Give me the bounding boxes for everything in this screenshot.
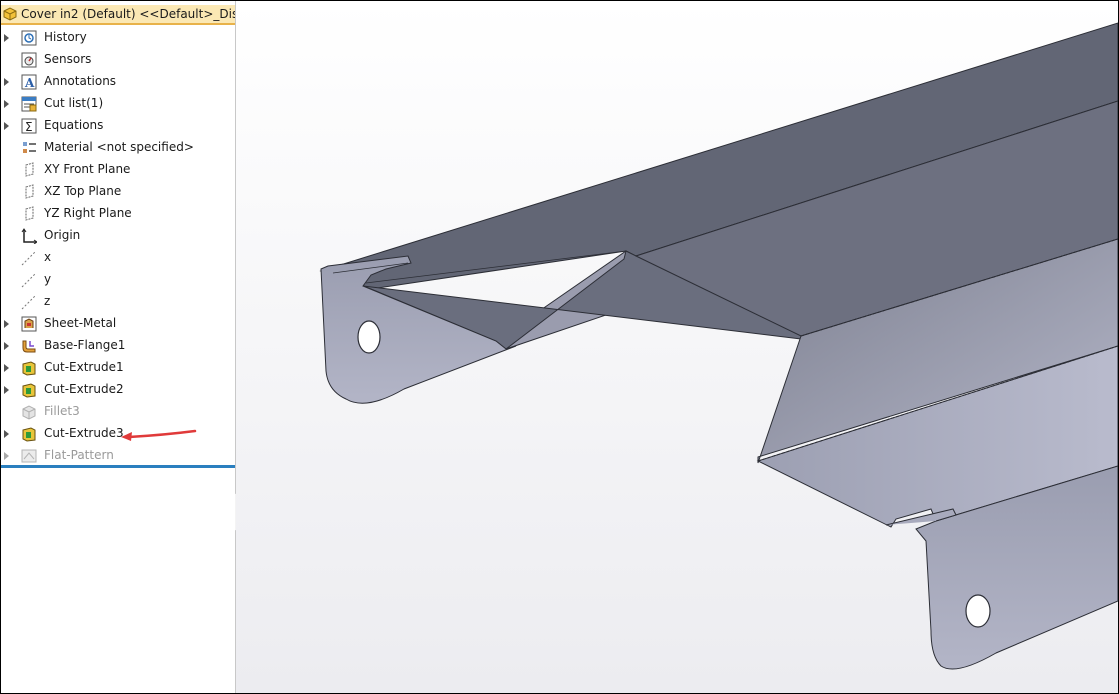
tree-item-equations[interactable]: Σ Equations <box>1 115 235 137</box>
base-flange-icon <box>22 340 36 353</box>
sensors-icon <box>21 52 37 68</box>
tree-item-label: Sensors <box>44 52 92 66</box>
expand-arrow-icon[interactable] <box>4 320 9 328</box>
tree-item-label: y <box>44 272 52 286</box>
svg-text:A: A <box>24 76 35 90</box>
tree-item-label: XZ Top Plane <box>44 184 122 198</box>
history-icon <box>21 30 37 46</box>
tree-item-label: History <box>44 30 87 44</box>
mounting-hole-left[interactable] <box>357 320 381 354</box>
svg-text:Σ: Σ <box>25 120 33 134</box>
tree-item-base-flange1[interactable]: Base-Flange1 <box>1 335 235 357</box>
tree-item-label: Material <not specified> <box>44 140 194 154</box>
expand-arrow-icon[interactable] <box>4 342 9 350</box>
expand-arrow-icon[interactable] <box>4 78 9 86</box>
tree-item-cut-extrude2[interactable]: Cut-Extrude2 <box>1 379 235 401</box>
app-window: Cover in2 (Default) <<Default>_Display S… <box>0 0 1119 694</box>
tree-item-cut-list[interactable]: Cut list(1) <box>1 93 235 115</box>
tree-item-label: Origin <box>44 228 81 242</box>
tree-item-axis-x[interactable]: x <box>1 247 235 269</box>
tree-item-cut-extrude1[interactable]: Cut-Extrude1 <box>1 357 235 379</box>
tree-item-fillet3[interactable]: Fillet3 <box>1 401 235 423</box>
cut-extrude-icon <box>22 383 36 398</box>
axis-icon <box>21 294 37 310</box>
part-icon <box>3 7 17 21</box>
tree-item-top-plane[interactable]: XZ Top Plane <box>1 181 235 203</box>
expand-arrow-icon[interactable] <box>4 122 9 130</box>
expand-arrow-icon[interactable] <box>4 364 9 372</box>
tree-item-label: YZ Right Plane <box>44 206 132 220</box>
annotation-arrow-icon <box>121 429 197 441</box>
equations-icon: Σ <box>21 118 37 134</box>
tree-item-history[interactable]: History <box>1 27 235 49</box>
plane-icon <box>25 206 34 221</box>
tree-item-label: Cut list(1) <box>44 96 104 110</box>
tree-item-label: Cut-Extrude1 <box>44 360 124 374</box>
tree-item-label: Flat-Pattern <box>44 448 114 462</box>
plane-icon <box>25 184 34 199</box>
tree-root-item[interactable]: Cover in2 (Default) <<Default>_Display S <box>1 5 235 25</box>
tree-item-material[interactable]: Material <not specified> <box>1 137 235 159</box>
tree-item-label: XY Front Plane <box>44 162 131 176</box>
mounting-hole-right[interactable] <box>965 594 991 628</box>
tree-item-label: Sheet-Metal <box>44 316 117 330</box>
sheet-metal-part-model[interactable] <box>236 1 1118 693</box>
cut-extrude-icon <box>22 361 36 376</box>
tree-item-label: Base-Flange1 <box>44 338 126 352</box>
tree-item-right-plane[interactable]: YZ Right Plane <box>1 203 235 225</box>
tree-item-sheet-metal[interactable]: Sheet-Metal <box>1 313 235 335</box>
rollback-bar[interactable] <box>1 465 235 468</box>
flat-pattern-icon <box>21 449 37 463</box>
axis-icon <box>21 250 37 266</box>
tree-item-label: x <box>44 250 52 264</box>
annotations-icon: A <box>21 74 37 90</box>
tree-item-cut-extrude3[interactable]: Cut-Extrude3 <box>1 423 235 445</box>
tree-item-origin[interactable]: Origin <box>1 225 235 247</box>
tree-item-label: Fillet3 <box>44 404 80 418</box>
origin-icon <box>21 228 37 244</box>
feature-manager-tree: Cover in2 (Default) <<Default>_Display S… <box>1 1 236 693</box>
tree-item-annotations[interactable]: A Annotations <box>1 71 235 93</box>
tree-item-label: z <box>44 294 51 308</box>
cut-list-icon <box>21 96 37 112</box>
cut-extrude-icon <box>22 427 36 442</box>
tree-item-label: Equations <box>44 118 104 132</box>
tree-item-label: Cut-Extrude3 <box>44 426 124 440</box>
fillet-icon <box>22 405 36 420</box>
tree-item-front-plane[interactable]: XY Front Plane <box>1 159 235 181</box>
tree-item-axis-z[interactable]: z <box>1 291 235 313</box>
axis-icon <box>21 272 37 288</box>
expand-arrow-icon[interactable] <box>4 452 9 460</box>
material-icon <box>23 142 36 153</box>
expand-arrow-icon[interactable] <box>4 386 9 394</box>
graphics-viewport[interactable] <box>236 1 1118 693</box>
tree-item-flat-pattern[interactable]: Flat-Pattern <box>1 445 235 467</box>
tree-root-title: Cover in2 (Default) <<Default>_Display S <box>21 7 235 21</box>
plane-icon <box>25 162 34 177</box>
expand-arrow-icon[interactable] <box>4 34 9 42</box>
expand-arrow-icon[interactable] <box>4 430 9 438</box>
expand-arrow-icon[interactable] <box>4 100 9 108</box>
tree-item-label: Cut-Extrude2 <box>44 382 124 396</box>
tree-item-axis-y[interactable]: y <box>1 269 235 291</box>
tree-item-sensors[interactable]: Sensors <box>1 49 235 71</box>
sheet-metal-icon <box>21 316 37 332</box>
tree-item-label: Annotations <box>44 74 117 88</box>
